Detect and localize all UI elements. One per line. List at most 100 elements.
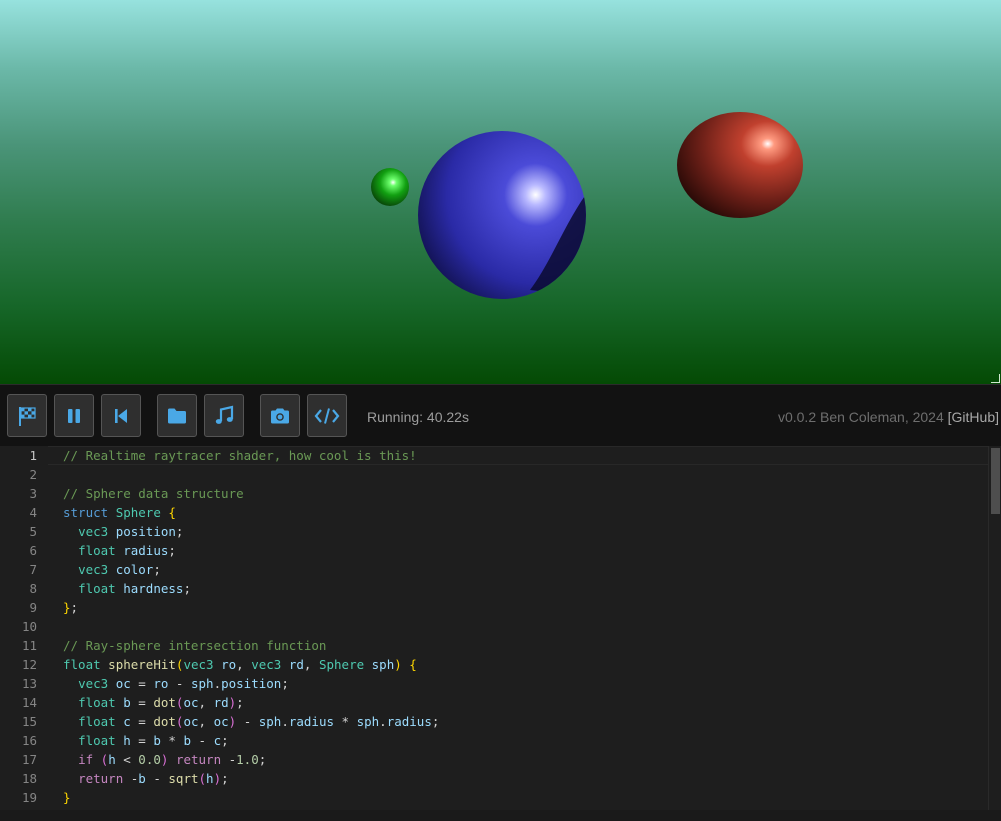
code-editor[interactable]: 1 2 3 4 5 6 7 8 9 10 11 12 13 14 15 16 17 18 19 // Realtim… <box>0 446 1001 810</box>
code-token: hardness <box>123 581 184 596</box>
line-number: 8 <box>29 581 37 596</box>
github-link[interactable]: GitHub <box>952 409 996 425</box>
code-token: ro <box>153 676 169 691</box>
code-token: b <box>123 695 131 710</box>
code-line[interactable]: float radius; <box>63 541 176 560</box>
code-token: h <box>123 733 131 748</box>
code-token: return <box>175 752 222 767</box>
code-token: sph <box>258 714 282 729</box>
code-token: . <box>379 714 387 729</box>
code-token: = <box>130 676 154 691</box>
code-line[interactable]: float hardness; <box>63 579 191 598</box>
code-token: ; <box>221 771 229 786</box>
code-token: h <box>206 771 214 786</box>
code-line[interactable]: }; <box>63 598 78 617</box>
credits-text: v0.0.2 Ben Coleman, 2024 <box>777 409 944 425</box>
code-token: , <box>236 657 252 672</box>
code-token: ) <box>394 657 402 672</box>
pause-icon <box>68 408 80 423</box>
code-line[interactable]: // Realtime raytracer shader, how cool i… <box>63 446 417 465</box>
code-token: = <box>130 714 154 729</box>
rewind-button[interactable] <box>101 394 141 437</box>
code-line[interactable]: float c = dot(oc, oc) - sph.radius * sph… <box>63 712 439 731</box>
code-button[interactable] <box>307 394 347 437</box>
line-number: 14 <box>21 695 37 710</box>
code-token: , <box>303 657 319 672</box>
code-line[interactable]: // Ray-sphere intersection function <box>63 636 326 655</box>
code-token: - <box>123 771 139 786</box>
resize-handle[interactable] <box>991 374 1000 383</box>
code-line[interactable]: float h = b * b - c; <box>63 731 229 750</box>
code-line[interactable]: return -b - sqrt(h); <box>63 769 229 788</box>
code-token: b <box>138 771 146 786</box>
code-line[interactable]: vec3 position; <box>63 522 183 541</box>
code-token: sph <box>356 714 380 729</box>
screenshot-button[interactable] <box>260 394 300 437</box>
shader-canvas[interactable] <box>0 0 1001 384</box>
line-number-gutter: 1 2 3 4 5 6 7 8 9 10 11 12 13 14 15 16 17 18 19 <box>0 446 48 810</box>
line-number: 2 <box>29 467 37 482</box>
code-line[interactable]: vec3 oc = ro - sph.position; <box>63 674 289 693</box>
line-number: 6 <box>29 543 37 558</box>
code-token: ro <box>221 657 237 672</box>
line-number: 7 <box>29 562 37 577</box>
code-token: c <box>213 733 222 748</box>
pause-button[interactable] <box>54 394 94 437</box>
code-token: ; <box>258 752 267 767</box>
toolbar: Running: 40.22s v0.0.2 Ben Coleman, 2024… <box>0 384 1001 447</box>
open-file-button[interactable] <box>157 394 197 437</box>
code-token: // Sphere data structure <box>63 486 244 501</box>
code-token: Sphere <box>115 505 161 520</box>
code-token: - <box>190 733 214 748</box>
code-line[interactable]: float sphereHit(vec3 ro, vec3 rd, Sphere… <box>63 655 417 674</box>
code-token: b <box>183 733 191 748</box>
line-number: 12 <box>21 657 37 672</box>
scrollbar-thumb[interactable] <box>991 448 1000 514</box>
code-token: ; <box>153 562 161 577</box>
code-line[interactable]: float b = dot(oc, rd); <box>63 693 244 712</box>
code-token: sph <box>371 657 395 672</box>
code-line[interactable]: if (h < 0.0) return -1.0; <box>63 750 266 769</box>
code-token: ; <box>168 543 176 558</box>
code-icon <box>314 407 340 424</box>
bottom-bar <box>0 810 1001 821</box>
code-line[interactable]: } <box>63 788 71 807</box>
code-token: oc <box>213 714 229 729</box>
code-token: } <box>63 600 71 615</box>
code-token: ; <box>236 695 244 710</box>
music-button[interactable] <box>204 394 244 437</box>
code-token: struct <box>63 505 109 520</box>
code-token: - <box>145 771 169 786</box>
line-number: 15 <box>21 714 37 729</box>
code-token: sph <box>190 676 214 691</box>
code-token: oc <box>183 714 199 729</box>
line-number: 1 <box>29 448 37 463</box>
code-token: * <box>334 714 357 729</box>
run-status: Running: 40.22s <box>367 409 469 425</box>
line-number: 17 <box>21 752 37 767</box>
code-token: ( <box>198 771 207 786</box>
code-token: dot <box>153 714 176 729</box>
code-token: 1.0 <box>236 752 259 767</box>
code-token: . <box>213 676 222 691</box>
editor-scrollbar[interactable] <box>988 446 1001 810</box>
code-token: rd <box>213 695 229 710</box>
code-line[interactable]: // Sphere data structure <box>63 484 244 503</box>
code-line[interactable]: vec3 color; <box>63 560 161 579</box>
code-token: 0.0 <box>138 752 161 767</box>
code-token: ) <box>213 771 222 786</box>
code-token: if <box>78 752 94 767</box>
code-token: { <box>168 505 176 520</box>
code-token: // Realtime raytracer shader, how cool i… <box>63 448 417 463</box>
code-line[interactable]: struct Sphere { <box>63 503 176 522</box>
code-content[interactable]: // Realtime raytracer shader, how cool i… <box>63 446 989 810</box>
fullscreen-button[interactable] <box>7 394 47 437</box>
code-token: vec3 <box>78 524 109 539</box>
